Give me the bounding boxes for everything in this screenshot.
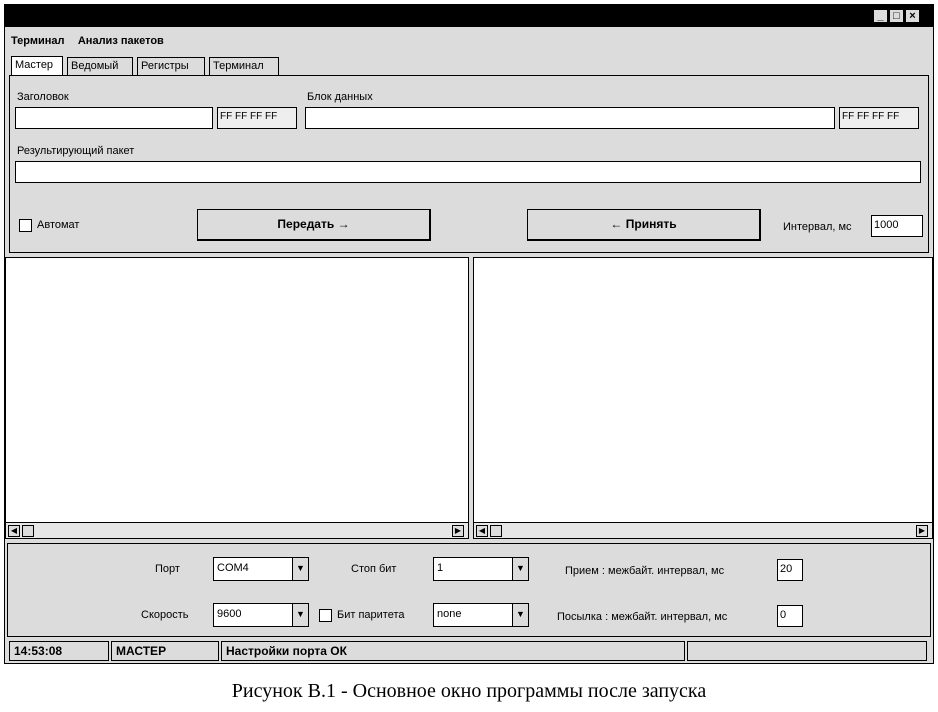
receive-log-pane[interactable]: ◀ ▶ (473, 257, 933, 539)
receive-log-scrollbar[interactable]: ◀ ▶ (474, 522, 932, 538)
speed-select[interactable]: 9600 ▼ (213, 603, 309, 627)
parity-select[interactable]: none ▼ (433, 603, 529, 627)
scroll-thumb[interactable] (22, 525, 34, 537)
data-block-hex-display: FF FF FF FF (839, 107, 919, 129)
auto-label: Автомат (37, 219, 80, 231)
parity-checkbox[interactable] (319, 609, 332, 622)
send-button-label: Передать (277, 217, 335, 231)
stop-bits-select[interactable]: 1 ▼ (433, 557, 529, 581)
scroll-right-icon[interactable]: ▶ (452, 525, 464, 537)
parity-label: Бит паритета (337, 609, 405, 621)
receive-button-label: Принять (625, 217, 677, 231)
auto-checkbox[interactable] (19, 219, 32, 232)
chevron-down-icon[interactable]: ▼ (512, 604, 528, 626)
maximize-icon[interactable]: □ (889, 9, 904, 23)
rx-interval-input[interactable]: 20 (777, 559, 803, 581)
minimize-icon[interactable]: _ (873, 9, 888, 23)
parity-select-value: none (437, 608, 462, 620)
stop-bits-label: Стоп бит (351, 563, 397, 575)
port-select-value: COM4 (217, 562, 249, 574)
stop-bits-select-value: 1 (437, 562, 444, 574)
tab-terminal[interactable]: Терминал (209, 57, 279, 75)
scroll-left-icon[interactable]: ◀ (476, 525, 488, 537)
speed-label: Скорость (141, 609, 189, 621)
status-mode: МАСТЕР (111, 641, 219, 661)
receive-button[interactable]: ← Принять (527, 209, 761, 241)
transmit-log-pane[interactable]: ◀ ▶ (5, 257, 469, 539)
status-message: Настройки порта ОК (221, 641, 685, 661)
title-bar[interactable]: _ □ × (5, 5, 933, 27)
transmit-log-scrollbar[interactable]: ◀ ▶ (6, 522, 468, 538)
data-block-input[interactable] (305, 107, 835, 129)
port-select[interactable]: COM4 ▼ (213, 557, 309, 581)
interval-label: Интервал, мс (783, 221, 852, 233)
figure-caption: Рисунок В.1 - Основное окно программы по… (231, 680, 707, 702)
tx-interval-label: Посылка : межбайт. интервал, мс (557, 611, 728, 623)
send-button[interactable]: Передать → (197, 209, 431, 241)
scroll-left-icon[interactable]: ◀ (8, 525, 20, 537)
port-label: Порт (155, 563, 180, 575)
menu-bar: Терминал Анализ пакетов (11, 33, 174, 47)
data-block-label: Блок данных (307, 91, 373, 103)
tab-slave[interactable]: Ведомый (67, 57, 133, 75)
header-label: Заголовок (17, 91, 69, 103)
status-time: 14:53:08 (9, 641, 109, 661)
menu-item-terminal[interactable]: Терминал (11, 35, 65, 47)
header-hex-display: FF FF FF FF (217, 107, 297, 129)
interval-input[interactable]: 1000 (871, 215, 923, 237)
receive-arrow-icon: ← (610, 217, 623, 231)
close-icon[interactable]: × (905, 9, 920, 23)
chevron-down-icon[interactable]: ▼ (292, 604, 308, 626)
rx-interval-label: Прием : межбайт. интервал, мс (565, 565, 725, 577)
tx-interval-input[interactable]: 0 (777, 605, 803, 627)
result-packet-label: Результирующий пакет (17, 145, 135, 157)
scroll-right-icon[interactable]: ▶ (916, 525, 928, 537)
speed-select-value: 9600 (217, 608, 242, 620)
tab-registers[interactable]: Регистры (137, 57, 205, 75)
header-input[interactable] (15, 107, 213, 129)
send-arrow-icon: → (337, 217, 350, 231)
menu-item-packet-analysis[interactable]: Анализ пакетов (78, 35, 164, 47)
result-packet-field (15, 161, 921, 183)
scroll-thumb[interactable] (490, 525, 502, 537)
chevron-down-icon[interactable]: ▼ (292, 558, 308, 580)
tab-master[interactable]: Мастер (11, 56, 63, 76)
main-window: _ □ × Терминал Анализ пакетов Мастер Вед… (4, 4, 934, 664)
chevron-down-icon[interactable]: ▼ (512, 558, 528, 580)
status-extra-panel (687, 641, 927, 661)
